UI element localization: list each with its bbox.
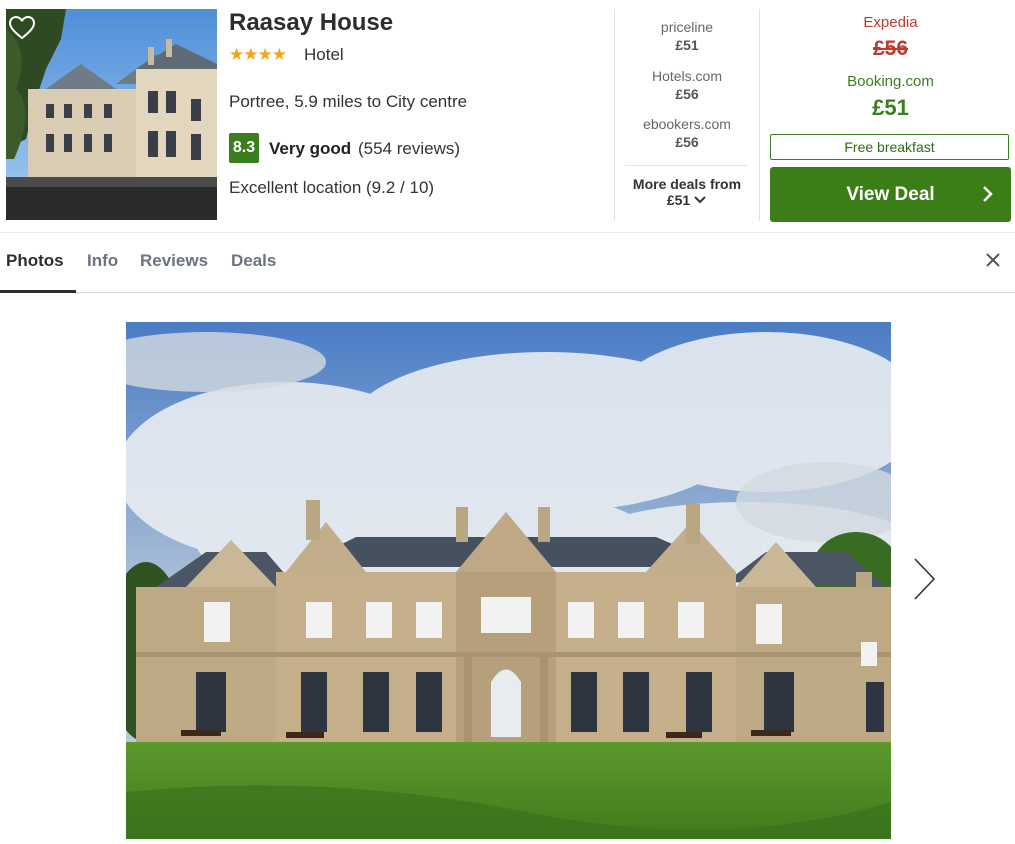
active-tab-indicator <box>0 290 76 293</box>
provider-deal-ebookers[interactable]: ebookers.com £56 <box>615 116 759 150</box>
rating-label[interactable]: Very good <box>269 139 351 159</box>
provider-name: priceline <box>660 19 714 35</box>
review-count[interactable]: (554 reviews) <box>358 139 460 159</box>
provider-price: £56 <box>675 86 699 102</box>
best-price[interactable]: £51 <box>770 95 1011 121</box>
divider <box>759 9 760 221</box>
featured-old-price[interactable]: £56 <box>770 37 1011 61</box>
view-deal-button[interactable]: View Deal <box>770 167 1011 222</box>
divider <box>0 292 1015 293</box>
rating-score-badge: 8.3 <box>229 133 259 163</box>
featured-provider-name[interactable]: Expedia <box>770 14 1011 31</box>
heart-icon[interactable] <box>8 15 36 41</box>
divider <box>625 165 748 166</box>
star-rating: ★★★★ <box>229 45 287 64</box>
provider-deal-hotels-com[interactable]: Hotels.com £56 <box>615 68 759 102</box>
provider-price: £56 <box>675 134 699 150</box>
hotel-photo[interactable] <box>126 322 891 839</box>
tab-deals[interactable]: Deals <box>231 251 276 271</box>
hotel-name[interactable]: Raasay House <box>229 9 393 37</box>
chevron-right-icon <box>977 184 997 204</box>
hotel-location: Portree, 5.9 miles to City centre <box>229 92 468 111</box>
provider-name: Hotels.com <box>651 68 723 84</box>
more-deals-button[interactable]: More deals from £51 <box>615 176 759 208</box>
hotel-thumbnail[interactable] <box>6 9 217 220</box>
more-deals-price: £51 <box>666 192 691 208</box>
close-icon[interactable] <box>983 250 1003 270</box>
tab-reviews[interactable]: Reviews <box>140 251 208 271</box>
chevron-down-icon <box>693 192 707 208</box>
view-deal-label: View Deal <box>846 183 935 205</box>
divider <box>0 232 1015 233</box>
tab-photos[interactable]: Photos <box>6 251 64 271</box>
best-provider-name[interactable]: Booking.com <box>770 73 1011 90</box>
provider-deal-priceline[interactable]: priceline £51 <box>615 19 759 53</box>
provider-price: £51 <box>675 37 699 53</box>
more-deals-label: More deals from <box>632 176 742 192</box>
free-breakfast-badge: Free breakfast <box>770 134 1009 160</box>
tab-info[interactable]: Info <box>87 251 118 271</box>
provider-name: ebookers.com <box>643 116 731 132</box>
location-rating: Excellent location (9.2 / 10) <box>229 178 435 197</box>
hotel-type: Hotel <box>304 45 344 64</box>
chevron-right-icon[interactable] <box>909 555 939 603</box>
